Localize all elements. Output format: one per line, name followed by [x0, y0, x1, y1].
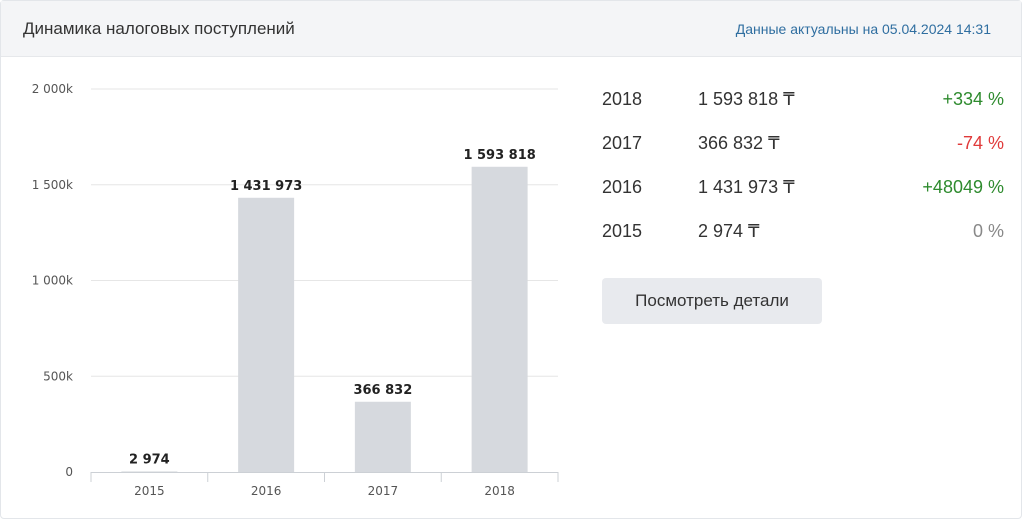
stat-year: 2015	[602, 220, 643, 241]
stat-change: 0 %	[972, 220, 1004, 241]
stat-year: 2018	[602, 88, 643, 109]
data-updated-timestamp: Данные актуальны на 05.04.2024 14:31	[735, 20, 991, 37]
stat-row: 2018 1 593 818 ₸ +334 %	[602, 77, 1004, 121]
card-header: Динамика налоговых поступлений Данные ак…	[1, 1, 1021, 57]
stat-value: 1 431 973 ₸	[698, 176, 795, 197]
tax-revenue-bar-chart: 0 500k 1 000k 1 500k 2 000k 2 974 2015 1 431 97…	[1, 58, 581, 520]
y-tick-label: 500k	[43, 369, 73, 383]
stat-value: 366 832 ₸	[698, 132, 780, 153]
bar-value-label: 1 593 818	[463, 148, 535, 163]
chart-svg: 0 500k 1 000k 1 500k 2 000k 2 974 2015 1 431 97…	[32, 82, 559, 498]
x-tick-label: 2018	[484, 484, 515, 498]
bar	[471, 166, 528, 472]
bar-value-label: 2 974	[129, 452, 170, 467]
stats-list: 2018 1 593 818 ₸ +334 % 2017 366 832 ₸ -…	[602, 77, 1004, 253]
y-tick-label: 1 000k	[32, 274, 73, 288]
x-tick-label: 2017	[368, 484, 399, 498]
stat-change: +334 %	[942, 88, 1004, 109]
stat-year: 2017	[602, 132, 643, 153]
x-tick-label: 2015	[134, 484, 165, 498]
stat-row: 2016 1 431 973 ₸ +48049 %	[602, 165, 1004, 209]
stat-value: 2 974 ₸	[698, 220, 760, 241]
y-tick-label: 0	[65, 465, 73, 479]
stat-change: +48049 %	[922, 176, 1004, 197]
stat-value: 1 593 818 ₸	[698, 88, 795, 109]
tax-revenue-card: Динамика налоговых поступлений Данные ак…	[0, 0, 1022, 519]
stat-year: 2016	[602, 176, 643, 197]
y-tick-label: 2 000k	[32, 82, 73, 96]
x-tick-label: 2016	[251, 484, 282, 498]
y-tick-label: 1 500k	[32, 178, 73, 192]
card-title: Динамика налоговых поступлений	[23, 18, 295, 38]
bar-value-label: 366 832	[353, 383, 412, 398]
bar-value-label: 1 431 973	[230, 179, 302, 194]
bar	[354, 401, 411, 472]
stat-row: 2017 366 832 ₸ -74 %	[602, 121, 1004, 165]
stat-row: 2015 2 974 ₸ 0 %	[602, 209, 1004, 253]
stat-change: -74 %	[956, 132, 1004, 153]
view-details-button[interactable]: Посмотреть детали	[602, 278, 822, 324]
bar	[121, 471, 178, 472]
bar	[238, 197, 295, 473]
